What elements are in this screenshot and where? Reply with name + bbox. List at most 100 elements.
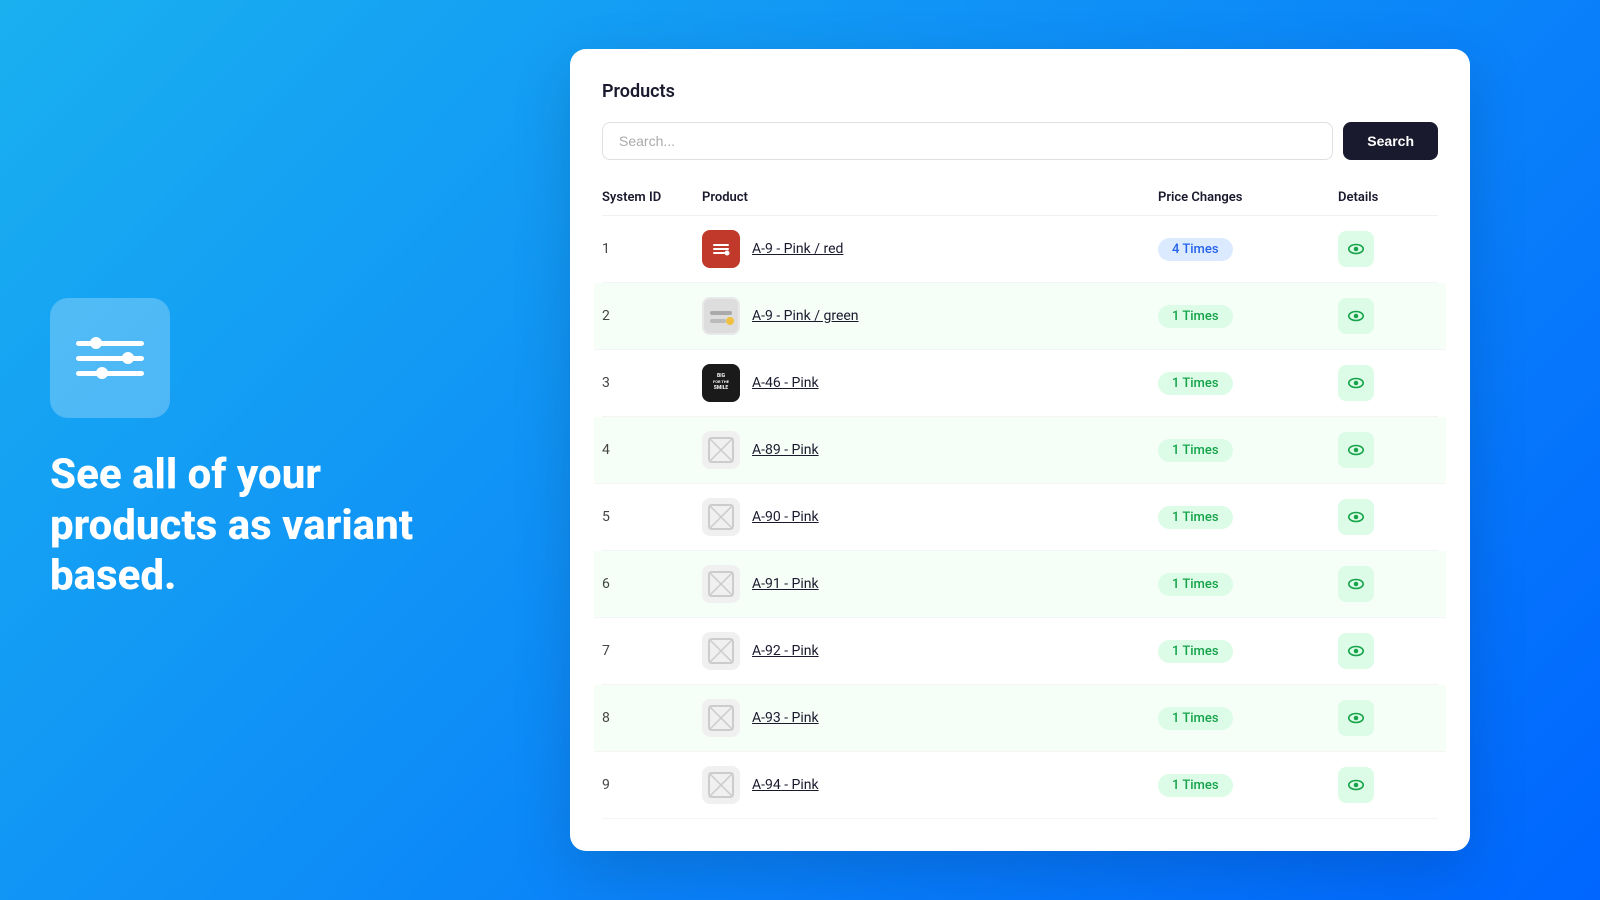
col-details: Details <box>1338 190 1438 205</box>
product-link[interactable]: A-46 - Pink <box>752 375 819 391</box>
price-changes-badge: 1 Times <box>1158 640 1233 663</box>
price-changes-badge: 1 Times <box>1158 573 1233 596</box>
price-changes-cell: 1 Times <box>1158 640 1338 663</box>
price-changes-cell: 1 Times <box>1158 439 1338 462</box>
price-changes-cell: 1 Times <box>1158 506 1338 529</box>
table-row: 6 A-91 - Pink 1 Times <box>594 551 1446 618</box>
row-id: 9 <box>602 777 702 793</box>
price-changes-cell: 1 Times <box>1158 305 1338 328</box>
product-thumbnail <box>702 632 740 670</box>
details-cell <box>1338 499 1438 535</box>
eye-icon <box>1347 307 1365 325</box>
product-thumbnail: BIG FOR THE SMILE <box>702 364 740 402</box>
table-row: 8 A-93 - Pink 1 Times <box>594 685 1446 752</box>
detail-button[interactable] <box>1338 700 1374 736</box>
product-cell: A-90 - Pink <box>702 498 1158 536</box>
table-row: 7 A-92 - Pink 1 Times <box>602 618 1438 685</box>
price-changes-badge: 1 Times <box>1158 372 1233 395</box>
price-changes-badge: 1 Times <box>1158 707 1233 730</box>
product-thumbnail <box>702 565 740 603</box>
right-panel: Products Search System ID Product Price … <box>480 0 1600 900</box>
eye-icon <box>1347 508 1365 526</box>
product-thumbnail <box>702 431 740 469</box>
row-id: 4 <box>602 442 702 458</box>
table-row: 1 A-9 - Pink / red 4 Times <box>602 216 1438 283</box>
logo-box <box>50 298 170 418</box>
row-id: 7 <box>602 643 702 659</box>
price-changes-cell: 1 Times <box>1158 774 1338 797</box>
table-row: 3 BIG FOR THE SMILE A-46 - Pink 1 Times <box>602 350 1438 417</box>
row-id: 5 <box>602 509 702 525</box>
product-link[interactable]: A-9 - Pink / green <box>752 308 859 324</box>
details-cell <box>1338 700 1438 736</box>
detail-button[interactable] <box>1338 633 1374 669</box>
price-changes-badge: 1 Times <box>1158 506 1233 529</box>
eye-icon <box>1347 642 1365 660</box>
product-link[interactable]: A-93 - Pink <box>752 710 819 726</box>
detail-button[interactable] <box>1338 566 1374 602</box>
eye-icon <box>1347 776 1365 794</box>
product-thumbnail <box>702 230 740 268</box>
table-body: 1 A-9 - Pink / red 4 Times 2 <box>602 216 1438 819</box>
search-input[interactable] <box>602 122 1333 160</box>
table-header: System ID Product Price Changes Details <box>602 180 1438 216</box>
product-link[interactable]: A-91 - Pink <box>752 576 819 592</box>
price-changes-badge: 1 Times <box>1158 305 1233 328</box>
eye-icon <box>1347 575 1365 593</box>
price-changes-cell: 1 Times <box>1158 573 1338 596</box>
col-system-id: System ID <box>602 190 702 205</box>
row-id: 8 <box>602 710 702 726</box>
price-changes-cell: 4 Times <box>1158 238 1338 261</box>
detail-button[interactable] <box>1338 365 1374 401</box>
col-price-changes: Price Changes <box>1158 190 1338 205</box>
table-row: 5 A-90 - Pink 1 Times <box>602 484 1438 551</box>
detail-button[interactable] <box>1338 298 1374 334</box>
product-cell: BIG FOR THE SMILE A-46 - Pink <box>702 364 1158 402</box>
product-thumbnail <box>702 699 740 737</box>
price-changes-badge: 4 Times <box>1158 238 1233 261</box>
card-title: Products <box>602 81 1438 102</box>
price-changes-badge: 1 Times <box>1158 439 1233 462</box>
eye-icon <box>1347 374 1365 392</box>
product-thumbnail <box>702 297 740 335</box>
svg-text:FOR THE: FOR THE <box>713 379 730 384</box>
detail-button[interactable] <box>1338 499 1374 535</box>
left-panel: See all of your products as variant base… <box>0 238 480 661</box>
search-row: Search <box>602 122 1438 160</box>
detail-button[interactable] <box>1338 432 1374 468</box>
detail-button[interactable] <box>1338 231 1374 267</box>
product-link[interactable]: A-92 - Pink <box>752 643 819 659</box>
product-thumbnail <box>702 498 740 536</box>
table-row: 4 A-89 - Pink 1 Times <box>594 417 1446 484</box>
search-button[interactable]: Search <box>1343 122 1438 160</box>
product-link[interactable]: A-90 - Pink <box>752 509 819 525</box>
product-thumbnail <box>702 766 740 804</box>
product-cell: A-91 - Pink <box>702 565 1158 603</box>
product-cell: A-94 - Pink <box>702 766 1158 804</box>
svg-text:SMILE: SMILE <box>714 385 729 391</box>
product-link[interactable]: A-9 - Pink / red <box>752 241 843 257</box>
products-card: Products Search System ID Product Price … <box>570 49 1470 851</box>
hero-text: See all of your products as variant base… <box>50 450 430 601</box>
row-id: 6 <box>602 576 702 592</box>
row-id: 3 <box>602 375 702 391</box>
product-link[interactable]: A-94 - Pink <box>752 777 819 793</box>
price-changes-cell: 1 Times <box>1158 707 1338 730</box>
product-link[interactable]: A-89 - Pink <box>752 442 819 458</box>
details-cell <box>1338 566 1438 602</box>
product-cell: A-89 - Pink <box>702 431 1158 469</box>
row-id: 2 <box>602 308 702 324</box>
product-cell: A-93 - Pink <box>702 699 1158 737</box>
product-cell: A-9 - Pink / red <box>702 230 1158 268</box>
table-row: 2 A-9 - Pink / green 1 Times <box>594 283 1446 350</box>
detail-button[interactable] <box>1338 767 1374 803</box>
product-cell: A-9 - Pink / green <box>702 297 1158 335</box>
price-changes-cell: 1 Times <box>1158 372 1338 395</box>
products-table: System ID Product Price Changes Details … <box>602 180 1438 819</box>
eye-icon <box>1347 709 1365 727</box>
row-id: 1 <box>602 241 702 257</box>
col-product: Product <box>702 190 1158 205</box>
price-changes-badge: 1 Times <box>1158 774 1233 797</box>
details-cell <box>1338 767 1438 803</box>
details-cell <box>1338 432 1438 468</box>
